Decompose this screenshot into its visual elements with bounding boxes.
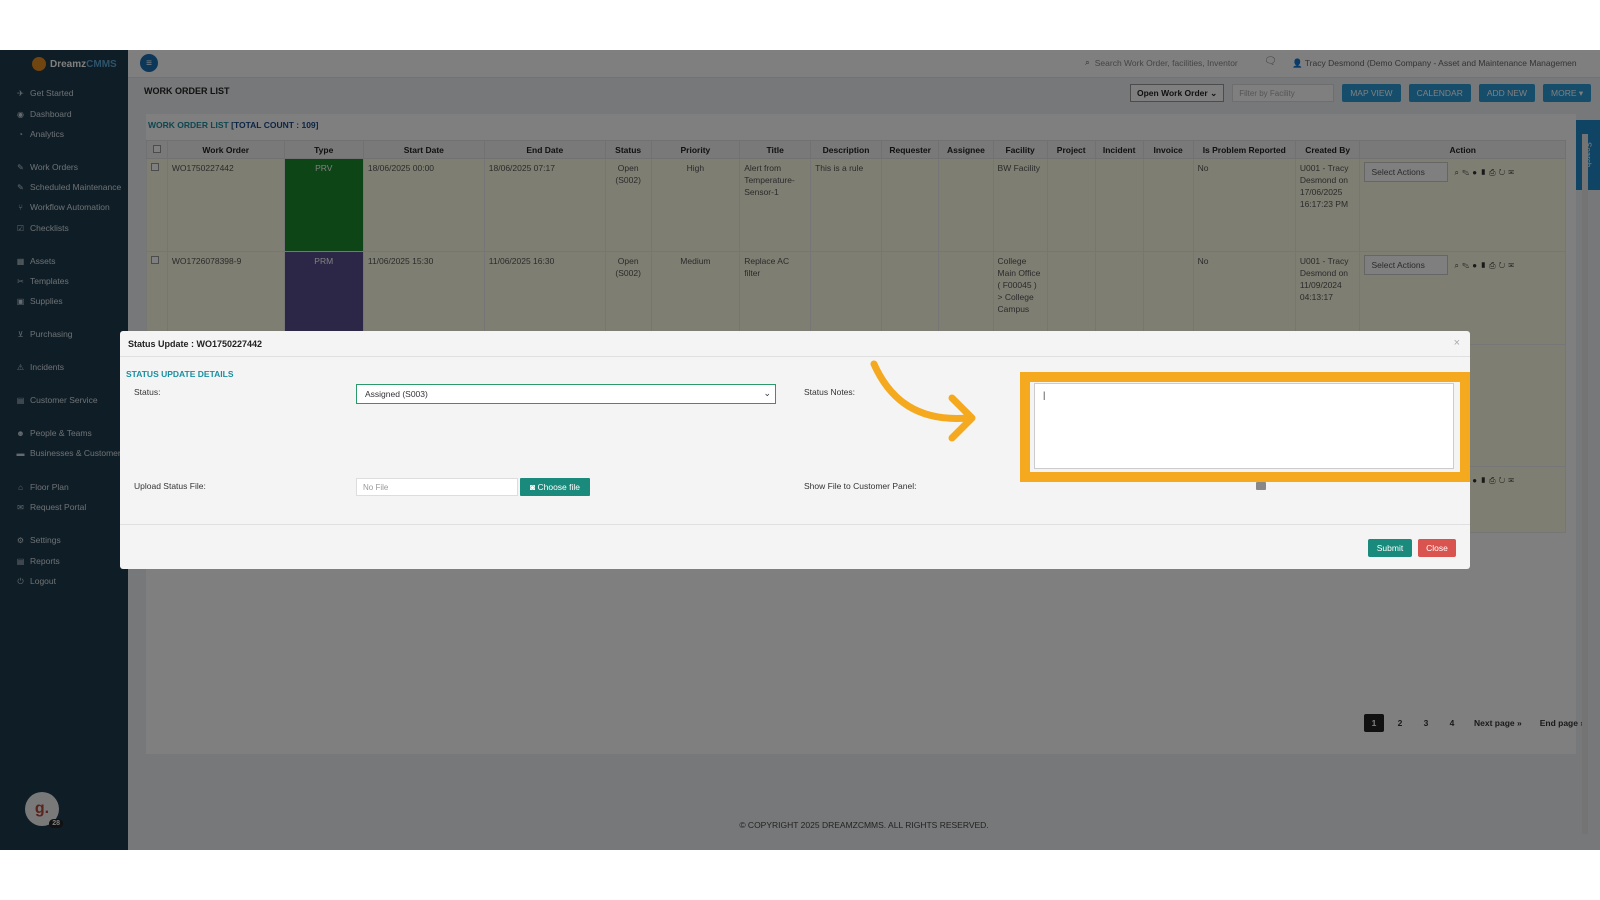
submit-button[interactable]: Submit (1368, 539, 1412, 557)
modal-footer-divider (120, 524, 1470, 525)
close-button[interactable]: Close (1418, 539, 1456, 557)
close-icon[interactable]: × (1454, 337, 1460, 349)
status-select[interactable]: Assigned (S003) ⌄ (356, 384, 776, 404)
chevron-down-icon: ⌄ (763, 388, 771, 398)
modal-title: Status Update : WO1750227442 (128, 339, 263, 349)
status-notes-label: Status Notes: (804, 387, 856, 397)
status-notes-textarea[interactable]: | (1034, 383, 1454, 469)
show-file-checkbox[interactable] (1256, 482, 1266, 490)
show-file-label: Show File to Customer Panel: (804, 481, 917, 491)
choose-file-button[interactable]: ◙ Choose file (520, 478, 590, 496)
upload-file-label: Upload Status File: (134, 481, 206, 491)
section-heading: STATUS UPDATE DETAILS (126, 369, 234, 379)
modal-divider (120, 356, 1470, 357)
camera-icon: ◙ (529, 482, 538, 492)
pointer-arrow-icon (870, 360, 976, 442)
status-label: Status: (134, 387, 161, 397)
choose-file-label: Choose file (537, 482, 581, 492)
file-name-field[interactable]: No File (356, 478, 518, 496)
status-select-value: Assigned (S003) (365, 389, 428, 399)
